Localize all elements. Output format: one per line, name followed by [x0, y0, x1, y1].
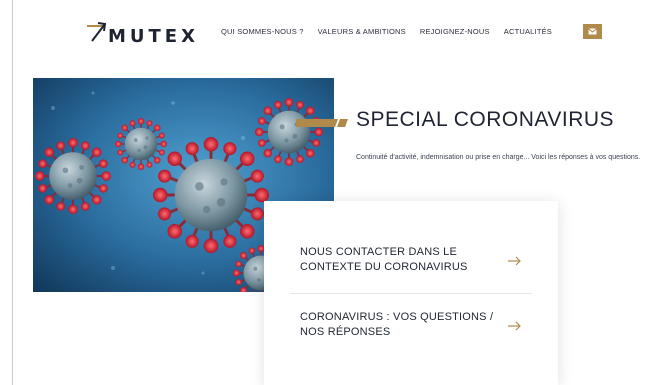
mail-icon	[588, 28, 597, 35]
title-accent-bar	[296, 119, 348, 127]
nav-item-actualites[interactable]: ACTUALITÉS	[504, 27, 552, 36]
page-left-border	[12, 0, 13, 385]
arrow-logo-icon	[87, 22, 107, 42]
nav-item-valeurs-ambitions[interactable]: VALEURS & AMBITIONS	[318, 27, 406, 36]
page-title: SPECIAL CORONAVIRUS	[356, 108, 615, 131]
logo[interactable]: MUTEX	[86, 20, 199, 46]
logo-text: MUTEX	[108, 26, 199, 47]
nav-item-qui-sommes-nous[interactable]: QUI SOMMES-NOUS ?	[221, 27, 304, 36]
intro-text: Continuité d'activité, indemnisation ou …	[356, 154, 641, 161]
faq-coronavirus-link[interactable]: CORONAVIRUS : VOS QUESTIONS / NOS RÉPONS…	[300, 310, 520, 340]
contact-coronavirus-link[interactable]: NOUS CONTACTER DANS LE CONTEXTE DU CORON…	[300, 245, 520, 275]
links-card: NOUS CONTACTER DANS LE CONTEXTE DU CORON…	[264, 201, 558, 385]
nav-item-rejoignez-nous[interactable]: REJOIGNEZ-NOUS	[420, 27, 490, 36]
arrow-right-icon[interactable]	[508, 321, 522, 331]
mail-button[interactable]	[583, 24, 602, 39]
arrow-right-icon[interactable]	[508, 256, 522, 266]
page: MUTEX QUI SOMMES-NOUS ? VALEURS & AMBITI…	[0, 0, 646, 385]
main-nav: QUI SOMMES-NOUS ? VALEURS & AMBITIONS RE…	[221, 27, 566, 36]
card-divider	[290, 293, 532, 294]
